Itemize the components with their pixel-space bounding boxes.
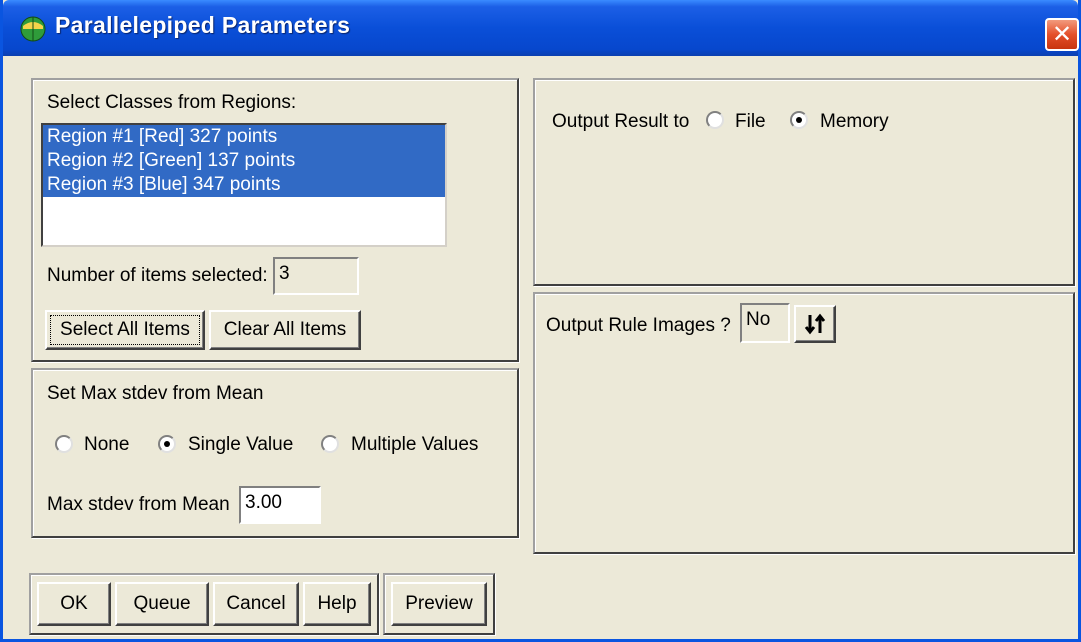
regions-listbox[interactable]: Region #1 [Red] 327 points Region #2 [Gr…	[41, 123, 447, 247]
clear-all-label: Clear All Items	[223, 319, 347, 340]
radio-none[interactable]	[55, 435, 73, 453]
radio-file[interactable]	[706, 111, 724, 129]
clear-all-button[interactable]: Clear All Items	[209, 310, 361, 350]
ok-button[interactable]: OK	[37, 582, 111, 626]
title-bar[interactable]: Parallelepiped Parameters ✕	[3, 0, 1079, 56]
radio-memory-label: Memory	[820, 111, 889, 132]
queue-button[interactable]: Queue	[115, 582, 209, 626]
help-label: Help	[317, 593, 357, 614]
radio-single-value[interactable]	[158, 435, 176, 453]
list-item-region-1[interactable]: Region #1 [Red] 327 points	[43, 125, 445, 149]
sort-arrows-icon	[804, 313, 826, 335]
max-stdev-input[interactable]: 3.00	[239, 486, 321, 524]
cancel-label: Cancel	[226, 593, 286, 614]
ok-label: OK	[60, 593, 88, 614]
radio-file-label: File	[735, 111, 766, 132]
preview-label: Preview	[405, 593, 473, 614]
dialog-window: Parallelepiped Parameters ✕ Select Class…	[0, 0, 1081, 642]
preview-button[interactable]: Preview	[391, 582, 487, 626]
radio-memory[interactable]	[790, 111, 808, 129]
radio-multiple-values[interactable]	[321, 435, 339, 453]
window-title: Parallelepiped Parameters	[55, 12, 351, 38]
close-button[interactable]: ✕	[1045, 18, 1079, 51]
output-result-panel	[533, 78, 1075, 286]
items-selected-label: Number of items selected:	[47, 265, 268, 286]
rule-images-label: Output Rule Images ?	[546, 315, 731, 336]
list-item-region-3[interactable]: Region #3 [Blue] 347 points	[43, 173, 445, 197]
stdev-heading: Set Max stdev from Mean	[47, 383, 264, 404]
classes-heading: Select Classes from Regions:	[47, 92, 297, 113]
list-item-region-2[interactable]: Region #2 [Green] 137 points	[43, 149, 445, 173]
globe-icon	[20, 16, 46, 42]
items-selected-field: 3	[273, 257, 359, 295]
close-icon: ✕	[1051, 20, 1073, 48]
queue-label: Queue	[133, 593, 191, 614]
radio-single-value-label: Single Value	[188, 434, 294, 455]
cancel-button[interactable]: Cancel	[213, 582, 299, 626]
rule-images-value: No	[740, 303, 790, 343]
select-all-label: Select All Items	[60, 319, 190, 340]
rule-images-toggle-button[interactable]	[794, 305, 836, 343]
radio-multiple-values-label: Multiple Values	[351, 434, 479, 455]
select-all-button[interactable]: Select All Items	[45, 310, 205, 350]
output-result-label: Output Result to	[552, 111, 690, 132]
radio-none-label: None	[84, 434, 130, 455]
help-button[interactable]: Help	[303, 582, 371, 626]
max-stdev-label: Max stdev from Mean	[47, 494, 230, 515]
